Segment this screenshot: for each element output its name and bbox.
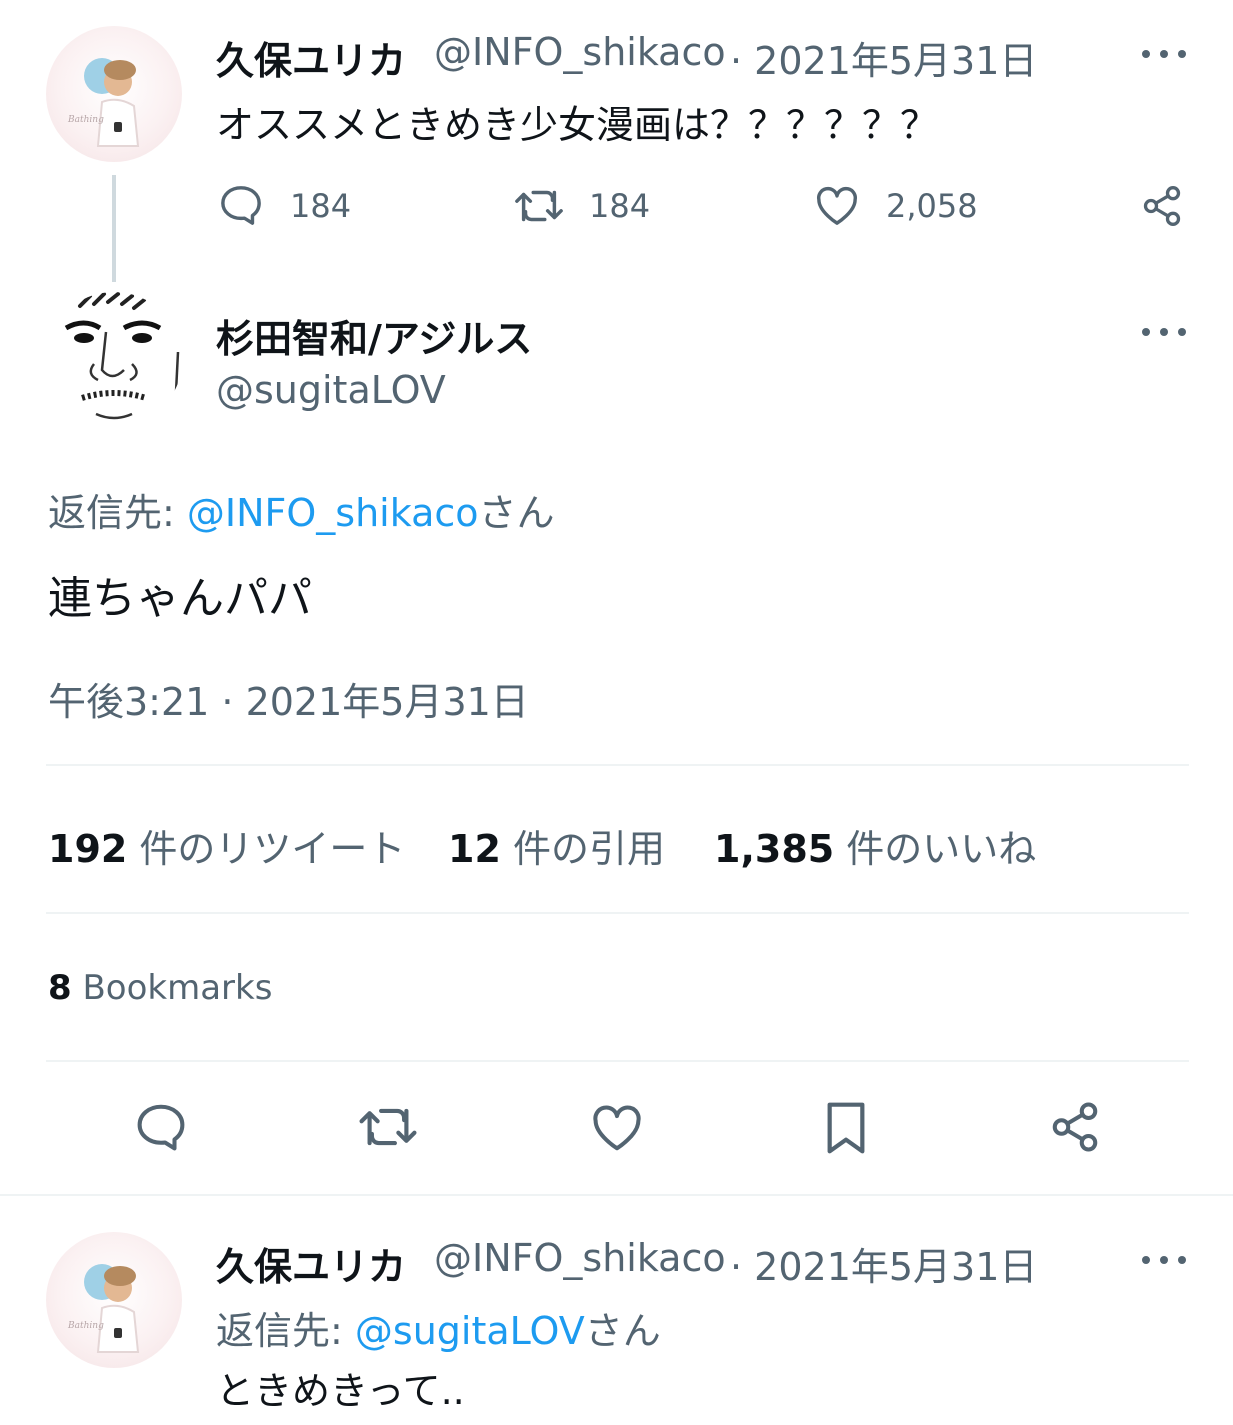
like-icon[interactable] [590, 1104, 644, 1152]
reply-icon[interactable] [134, 1102, 188, 1152]
bookmarks-label: Bookmarks [82, 968, 273, 1008]
divider [46, 912, 1189, 914]
retweet-icon[interactable] [514, 186, 564, 226]
reply-to-line: 返信先: @sugitaLOVさん [216, 1300, 661, 1355]
author-name[interactable]: 杉田智和/アジルス [216, 308, 532, 363]
likes-label: 件のいいね [846, 827, 1037, 871]
divider [46, 764, 1189, 766]
author-handle[interactable]: @INFO_shikaco [434, 30, 726, 74]
quotes-count: 12 [448, 827, 501, 871]
tweet-text: オススメときめき少女漫画は？？？？？？ [216, 103, 939, 147]
quotes-label: 件の引用 [512, 827, 665, 871]
reply-count: 184 [290, 187, 352, 225]
tweet-text: 連ちゃんパパ [48, 573, 312, 624]
svg-text:Bathing: Bathing [67, 115, 104, 125]
more-icon[interactable] [1142, 1250, 1186, 1270]
retweets-label: 件のリツイート [139, 827, 406, 871]
retweet-icon[interactable] [358, 1104, 418, 1150]
like-icon[interactable] [814, 186, 860, 226]
retweets-count: 192 [48, 827, 128, 871]
tweet-date[interactable]: · 2021年5月31日 [730, 1236, 1037, 1291]
reply-suffix: さん [478, 491, 555, 535]
like-count: 2,058 [886, 187, 978, 225]
avatar[interactable] [46, 292, 182, 428]
more-icon[interactable] [1142, 322, 1186, 342]
more-icon[interactable] [1142, 44, 1186, 64]
bookmark-icon[interactable] [822, 1100, 870, 1156]
share-icon[interactable] [1140, 184, 1184, 228]
tweet-date[interactable]: · 2021年5月31日 [730, 30, 1037, 85]
author-handle[interactable]: @sugitaLOV [216, 368, 446, 412]
retweets-stat[interactable]: 192 件のリツイート [48, 818, 405, 873]
reply-icon[interactable] [218, 184, 264, 226]
avatar[interactable]: Bathing [46, 26, 182, 162]
retweet-count: 184 [589, 187, 651, 225]
reply-to-link[interactable]: @INFO_shikaco [187, 491, 479, 535]
thread-connector [112, 175, 116, 282]
avatar[interactable]: Bathing [46, 1232, 182, 1368]
divider [0, 1194, 1233, 1196]
tweet-text: ときめきって.. [216, 1369, 465, 1413]
tweet-detail-page: Bathing 久保ユリカ @INFO_shikaco · 2021年5月31日… [0, 0, 1233, 1425]
svg-text:Bathing: Bathing [67, 1321, 104, 1331]
reply-suffix: さん [584, 1309, 661, 1353]
tweet-timestamp[interactable]: 午後3:21 · 2021年5月31日 [48, 671, 529, 726]
likes-stat[interactable]: 1,385 件のいいね [714, 818, 1036, 873]
bookmarks-stat[interactable]: 8 Bookmarks [48, 968, 272, 1008]
reply-prefix: 返信先: [216, 1309, 355, 1353]
reply-to-link[interactable]: @sugitaLOV [355, 1309, 585, 1353]
reply-prefix: 返信先: [48, 491, 187, 535]
author-handle[interactable]: @INFO_shikaco [434, 1236, 726, 1280]
likes-count: 1,385 [714, 827, 835, 871]
quotes-stat[interactable]: 12 件の引用 [448, 818, 665, 873]
author-name[interactable]: 久保ユリカ [216, 30, 406, 85]
share-icon[interactable] [1048, 1100, 1102, 1154]
bookmarks-count: 8 [48, 968, 72, 1008]
reply-to-line: 返信先: @INFO_shikacoさん [48, 482, 555, 537]
author-name[interactable]: 久保ユリカ [216, 1236, 406, 1291]
divider [46, 1060, 1189, 1062]
